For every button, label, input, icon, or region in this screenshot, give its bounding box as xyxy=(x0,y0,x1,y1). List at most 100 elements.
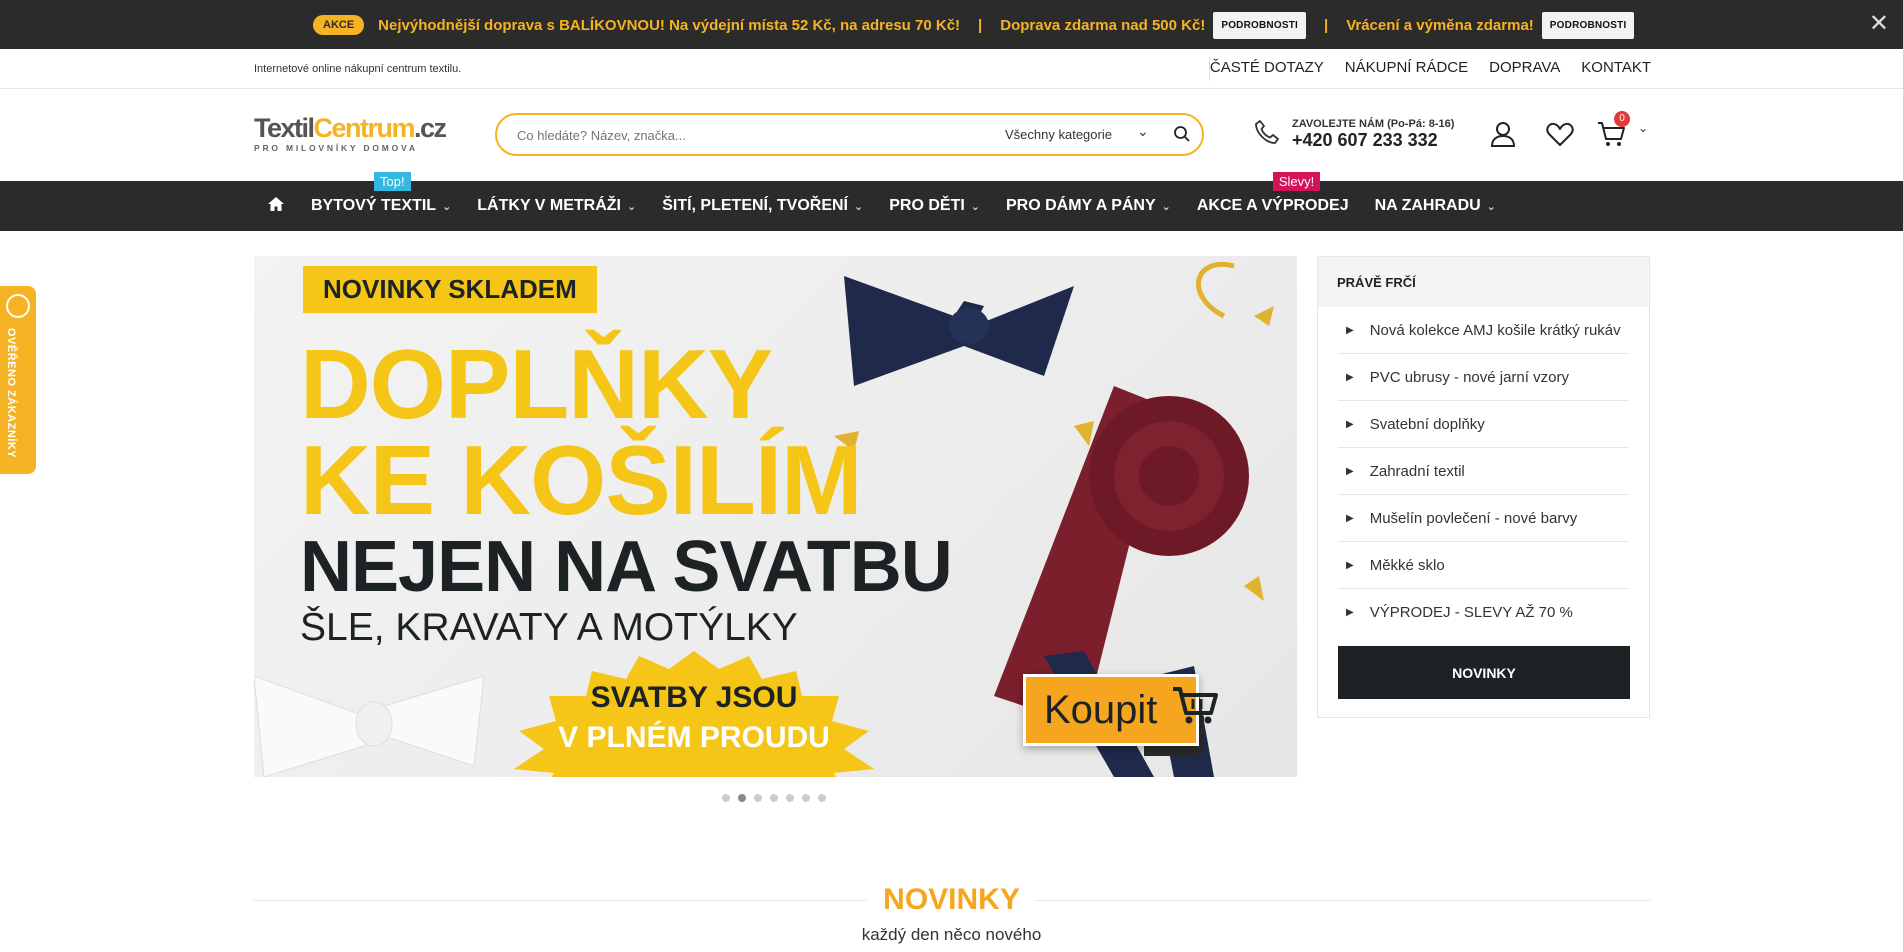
nav-label: PRO DÁMY A PÁNY xyxy=(1006,197,1156,214)
promo-burst: SVATBY JSOU V PLNÉM PROUDU xyxy=(504,651,884,777)
carousel-dot-4[interactable] xyxy=(770,794,778,802)
carousel-dot-1[interactable] xyxy=(722,794,730,802)
nav-latky-v-metrazi[interactable]: LÁTKY V METRÁŽI ⌄ xyxy=(464,181,649,231)
banner-line-2: KE KOŠILÍM xyxy=(300,425,863,535)
carousel-dots xyxy=(722,794,826,802)
carousel-dot-2[interactable] xyxy=(738,794,746,802)
burst-line-1: SVATBY JSOU xyxy=(590,681,798,714)
nav-label: NA ZAHRADU xyxy=(1374,197,1481,214)
phone-contact[interactable]: ZAVOLEJTE NÁM (Po-Pá: 8-16) +420 607 233… xyxy=(1252,117,1454,152)
trending-title: PRÁVĚ FRČÍ xyxy=(1318,257,1649,307)
cart-chevron-down-icon[interactable]: ⌄ xyxy=(1638,121,1648,135)
nav-label: LÁTKY V METRÁŽI xyxy=(477,197,621,214)
search-icon[interactable] xyxy=(1173,125,1191,148)
caret-right-icon: ▶ xyxy=(1346,324,1354,336)
nav-pro-deti[interactable]: PRO DĚTI ⌄ xyxy=(876,181,993,231)
shipping-details-button[interactable]: PODROBNOSTI xyxy=(1213,11,1306,39)
logo-textil: Textil xyxy=(254,113,315,143)
search-input[interactable] xyxy=(517,125,957,145)
trending-item[interactable]: ▶ PVC ubrusy - nové jarní vzory xyxy=(1338,354,1629,401)
site-header: TextilCentrum.cz PRO MILOVNÍKY DOMOVA Vš… xyxy=(0,89,1903,181)
phone-text: ZAVOLEJTE NÁM (Po-Pá: 8-16) +420 607 233… xyxy=(1292,118,1454,151)
nav-label: PRO DĚTI xyxy=(889,197,965,214)
trending-item[interactable]: ▶ Nová kolekce AMJ košile krátký rukáv xyxy=(1338,307,1629,354)
link-contact[interactable]: KONTAKT xyxy=(1581,59,1651,76)
chevron-down-icon: ⌄ xyxy=(1486,200,1496,213)
chevron-down-icon: ⌄ xyxy=(442,200,452,213)
verified-customers-tab[interactable]: OVĚŘENO ZÁKAZNÍKY xyxy=(0,286,36,474)
main-navigation: BYTOVÝ TEXTIL ⌄ Top! LÁTKY V METRÁŽI ⌄ ŠIT… xyxy=(0,172,1903,231)
promo-separator: | xyxy=(978,16,983,34)
caret-right-icon: ▶ xyxy=(1346,607,1354,618)
logo[interactable]: TextilCentrum.cz PRO MILOVNÍKY DOMOVA xyxy=(254,113,447,155)
trending-item-label: PVC ubrusy - nové jarní vzory xyxy=(1369,368,1569,386)
verified-label: OVĚŘENO ZÁKAZNÍKY xyxy=(5,328,17,459)
close-icon[interactable]: ✕ xyxy=(1869,12,1889,36)
promo-prefix: Nejvýhodnější doprava s xyxy=(378,16,560,34)
trending-item-label: Měkké sklo xyxy=(1369,556,1445,574)
returns-details-button[interactable]: PODROBNOSTI xyxy=(1541,11,1635,39)
returns-text: Vrácení a výměna zdarma! xyxy=(1346,16,1534,34)
promo-content: AKCE Nejvýhodnější doprava s BALÍKOVNOU!… xyxy=(313,11,1635,39)
logo-subtitle: PRO MILOVNÍKY DOMOVA xyxy=(254,143,418,153)
trending-item[interactable]: ▶ Svatební doplňky xyxy=(1338,401,1629,448)
logo-centrum: Centrum xyxy=(313,113,416,143)
buy-label: Koupit xyxy=(1044,687,1158,732)
trending-item[interactable]: ▶ Mušelín povlečení - nové barvy xyxy=(1338,495,1629,542)
nav-siti-pleteni-tvoreni[interactable]: ŠITÍ, PLETENÍ, TVOŘENÍ ⌄ xyxy=(649,181,876,231)
banner-headline: DOPLŇKY KE KOŠILÍM xyxy=(300,329,863,535)
banner-line-1: DOPLŇKY xyxy=(300,329,773,439)
carousel-dot-3[interactable] xyxy=(754,794,762,802)
phone-number: +420 607 233 332 xyxy=(1292,130,1438,150)
trending-item-label: Svatební doplňky xyxy=(1369,415,1485,433)
logo-cz: .cz xyxy=(414,113,447,143)
nav-label: BYTOVÝ TEXTIL xyxy=(311,197,437,214)
caret-right-icon: ▶ xyxy=(1346,559,1354,571)
chevron-down-icon: ⌄ xyxy=(854,200,864,213)
search-bar: Všechny kategorie ⌄ xyxy=(495,113,1204,156)
nav-home[interactable] xyxy=(266,181,298,231)
novinky-button[interactable]: NOVINKY xyxy=(1338,646,1630,699)
trending-item[interactable]: ▶ VÝPRODEJ - SLEVY AŽ 70 % xyxy=(1338,589,1629,636)
trending-item[interactable]: ▶ Měkké sklo xyxy=(1338,542,1629,589)
promo-rest: Na výdejní místa 52 Kč, na adresu 70 Kč! xyxy=(664,16,961,34)
link-shopping-guide[interactable]: NÁKUPNÍ RÁDCE xyxy=(1345,59,1468,76)
phone-icon xyxy=(1252,117,1282,152)
nav-na-zahradu[interactable]: NA ZAHRADU ⌄ xyxy=(1362,181,1509,231)
chevron-down-icon: ⌄ xyxy=(1161,200,1171,213)
white-bow-illustration xyxy=(254,675,485,777)
nav-akce-a-vyprodej[interactable]: AKCE A VÝPRODEJ Slevy! xyxy=(1184,172,1362,231)
user-icon[interactable] xyxy=(1488,119,1518,154)
link-shipping[interactable]: DOPRAVA xyxy=(1489,59,1560,76)
cart-count-badge: 0 xyxy=(1614,111,1630,127)
buy-button[interactable]: Koupit xyxy=(1023,674,1219,746)
trending-list: ▶ Nová kolekce AMJ košile krátký rukáv ▶ P… xyxy=(1318,307,1649,636)
link-faq[interactable]: ČASTÉ DOTAZY xyxy=(1210,59,1324,76)
chevron-down-icon[interactable]: ⌄ xyxy=(1137,123,1149,140)
hero-banner[interactable]: NOVINKY SKLADEM DOPLŇKY KE KOŠILÍM NEJEN… xyxy=(254,256,1297,777)
trending-item-label: VÝPRODEJ - SLEVY AŽ 70 % xyxy=(1369,604,1573,621)
cart-icon xyxy=(1171,685,1219,735)
nav-pro-damy-a-pany[interactable]: PRO DÁMY A PÁNY ⌄ xyxy=(993,181,1184,231)
category-select[interactable]: Všechny kategorie xyxy=(1005,127,1112,142)
free-shipping-text: Doprava zdarma nad 500 Kč! xyxy=(1000,16,1206,34)
logo-wordmark: TextilCentrum.cz xyxy=(254,113,447,143)
nav-label: AKCE A VÝPRODEJ xyxy=(1196,197,1349,214)
caret-right-icon: ▶ xyxy=(1346,418,1354,430)
nav-bytovy-textil[interactable]: BYTOVÝ TEXTIL ⌄ Top! xyxy=(298,172,464,231)
section-subtitle: každý den něco nového xyxy=(861,925,1042,944)
utility-links: ČASTÉ DOTAZY NÁKUPNÍ RÁDCE DOPRAVA KONTA… xyxy=(1210,59,1651,76)
banner-line-3: NEJEN NA SVATBU xyxy=(300,527,953,607)
trending-item[interactable]: ▶ Zahradní textil xyxy=(1338,448,1629,495)
caret-right-icon: ▶ xyxy=(1346,512,1354,524)
carousel-dot-7[interactable] xyxy=(818,794,826,802)
heart-icon[interactable] xyxy=(1545,119,1575,154)
carousel-dot-5[interactable] xyxy=(786,794,794,802)
tagline: Internetové online nákupní centrum texti… xyxy=(254,63,462,75)
banner-line-4: ŠLE, KRAVATY A MOTÝLKY xyxy=(300,606,798,649)
chevron-down-icon: ⌄ xyxy=(970,200,980,213)
caret-right-icon: ▶ xyxy=(1346,465,1354,477)
section-title-wrap: NOVINKY xyxy=(0,883,1903,917)
carousel-dot-6[interactable] xyxy=(802,794,810,802)
trending-item-label: Zahradní textil xyxy=(1369,462,1465,480)
